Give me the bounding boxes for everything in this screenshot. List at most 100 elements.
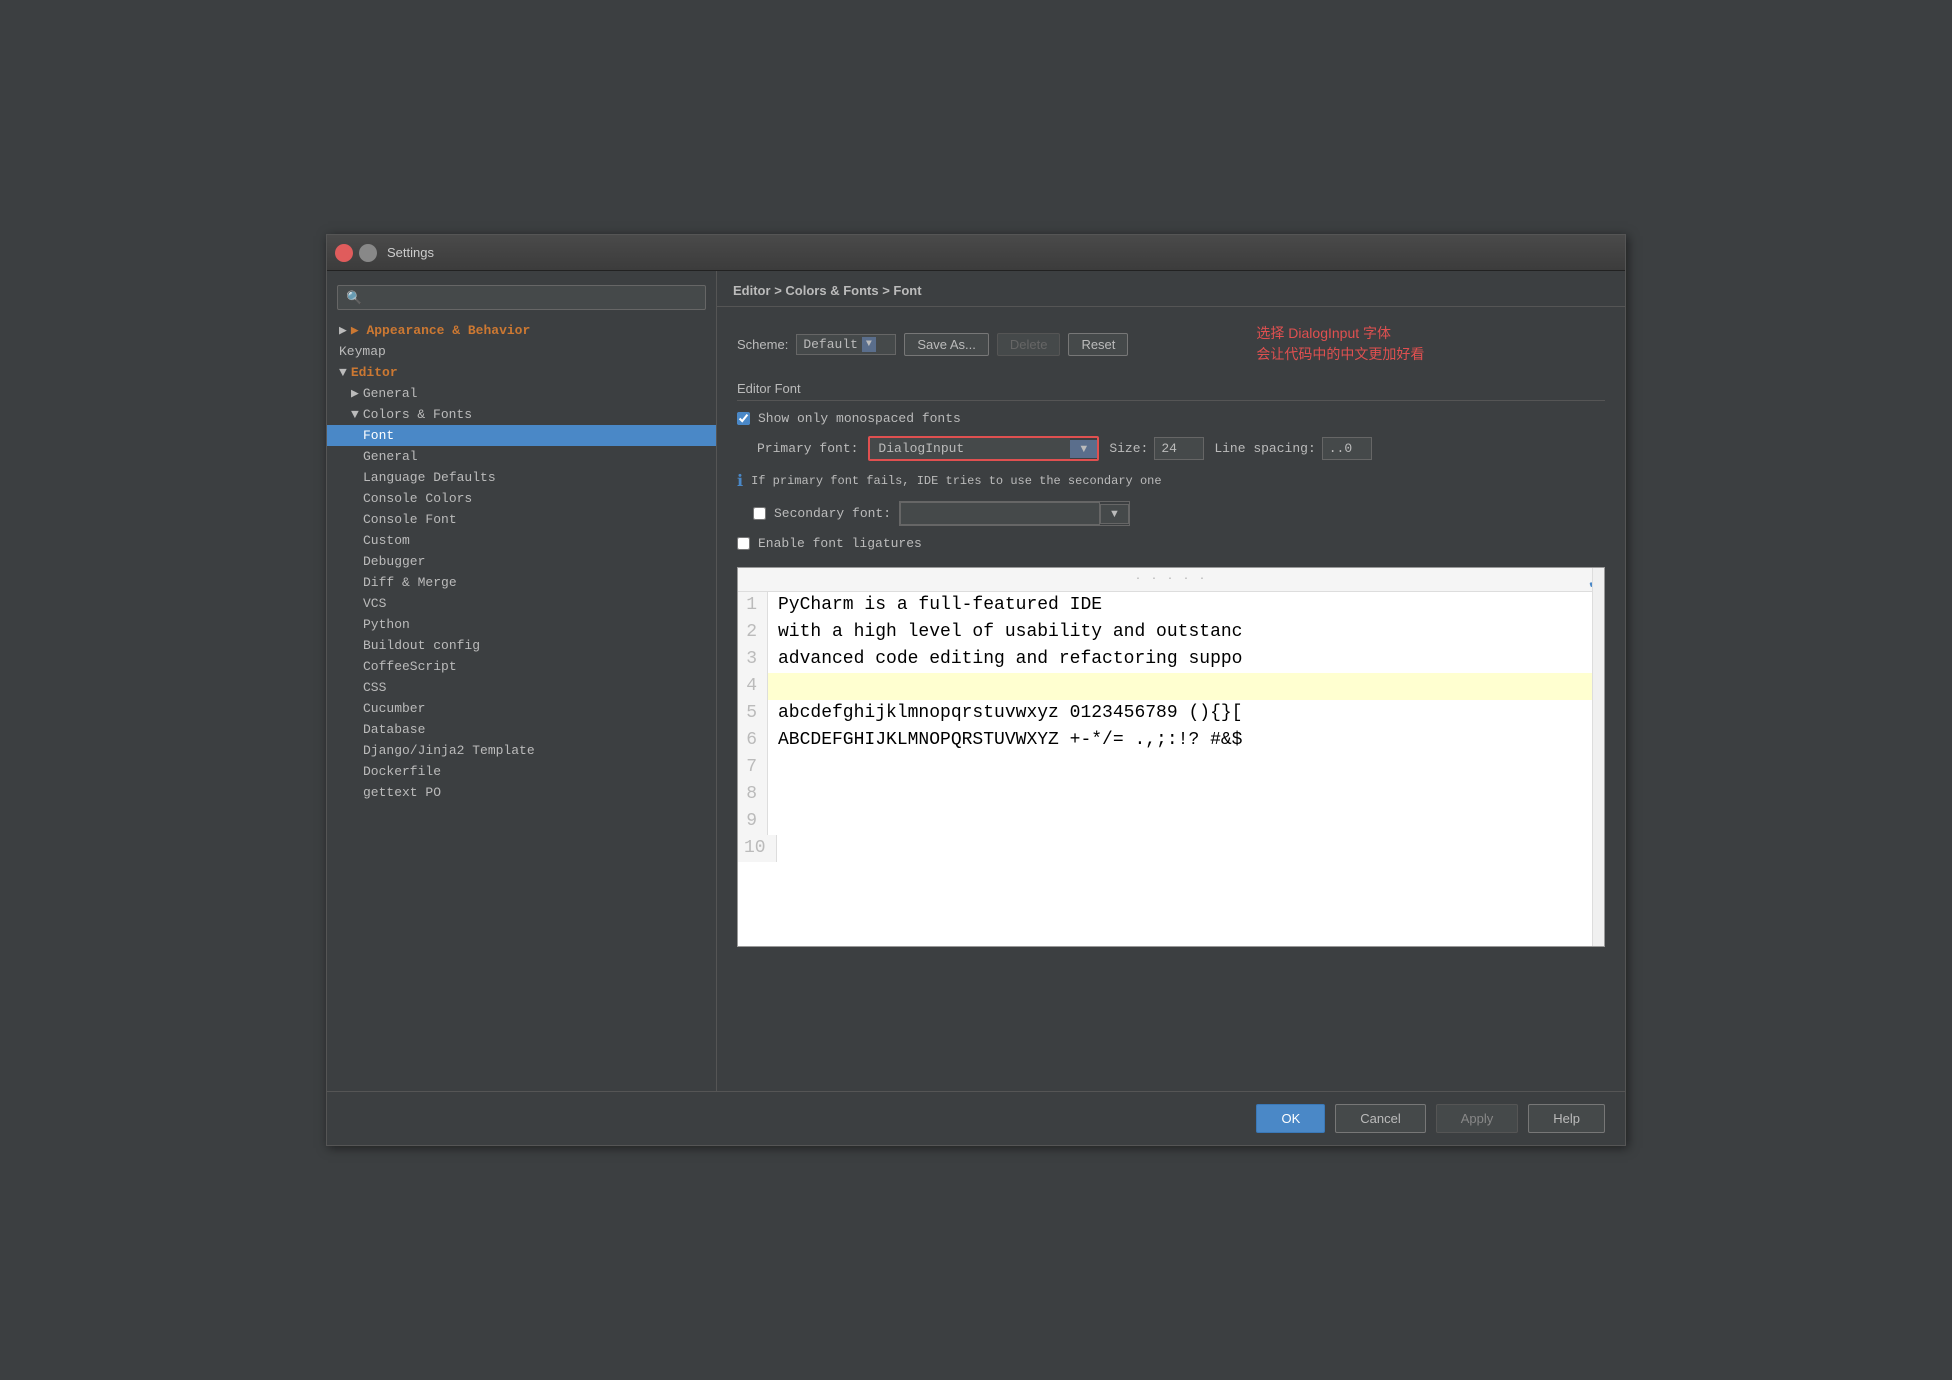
breadcrumb-sep2: > <box>882 283 893 298</box>
sidebar-item-cucumber[interactable]: Cucumber <box>327 698 716 719</box>
search-input[interactable] <box>337 285 706 310</box>
scheme-label: Scheme: <box>737 337 788 352</box>
breadcrumb-part3: Font <box>893 283 921 298</box>
sidebar-item-label: Console Font <box>363 512 457 527</box>
line-spacing-input[interactable] <box>1322 437 1372 460</box>
secondary-font-row: Secondary font: ▼ <box>753 501 1605 526</box>
preview-header: · · · · · <box>738 568 1604 592</box>
sidebar-item-editor[interactable]: ▼ Editor <box>327 362 716 383</box>
monospaced-label: Show only monospaced fonts <box>758 411 961 426</box>
line-number-6: 6 <box>738 727 768 754</box>
line-number-10: 10 <box>738 835 777 862</box>
sidebar-item-label: CSS <box>363 680 386 695</box>
info-icon: ℹ <box>737 471 743 491</box>
preview-area: · · · · · 1 PyCharm is a full-featured I… <box>737 567 1605 947</box>
line-content-9 <box>768 808 789 835</box>
scheme-select[interactable]: Default ▼ <box>796 334 896 355</box>
sidebar-item-label: CoffeeScript <box>363 659 457 674</box>
monospaced-row: Show only monospaced fonts <box>737 411 1605 426</box>
sidebar-item-css[interactable]: CSS <box>327 677 716 698</box>
line-content-10 <box>777 835 798 862</box>
minimize-button[interactable] <box>359 244 377 262</box>
title-bar-buttons <box>335 244 377 262</box>
scheme-value: Default <box>803 337 858 352</box>
expand-arrow: ▼ <box>339 365 347 380</box>
sidebar-item-label: Diff & Merge <box>363 575 457 590</box>
primary-font-input-wrapper: ▼ <box>868 436 1099 461</box>
line-content-2: with a high level of usability and outst… <box>768 619 1242 646</box>
delete-button: Delete <box>997 333 1061 356</box>
primary-font-dropdown-btn[interactable]: ▼ <box>1070 440 1097 458</box>
sidebar-item-label: Cucumber <box>363 701 425 716</box>
title-bar: Settings <box>327 235 1625 271</box>
sidebar-item-coffeescript[interactable]: CoffeeScript <box>327 656 716 677</box>
window-title: Settings <box>387 245 434 260</box>
sidebar-item-label: Language Defaults <box>363 470 496 485</box>
content-area: Scheme: Default ▼ Save As... Delete Rese… <box>717 307 1625 1091</box>
line-number-2: 2 <box>738 619 768 646</box>
sidebar-item-label: Keymap <box>339 344 386 359</box>
sidebar-item-database[interactable]: Database <box>327 719 716 740</box>
sidebar-item-keymap[interactable]: Keymap <box>327 341 716 362</box>
sidebar-item-label: Python <box>363 617 410 632</box>
reset-button[interactable]: Reset <box>1068 333 1128 356</box>
secondary-font-checkbox[interactable] <box>753 507 766 520</box>
scheme-dropdown-arrow[interactable]: ▼ <box>862 337 876 352</box>
settings-dialog: Settings ▶ ▶ Appearance & Behavior Keyma… <box>326 234 1626 1146</box>
editor-font-section-title: Editor Font <box>737 381 1605 401</box>
size-wrapper: Size: <box>1109 437 1204 460</box>
sidebar-item-diff-merge[interactable]: Diff & Merge <box>327 572 716 593</box>
sidebar-item-appearance[interactable]: ▶ ▶ Appearance & Behavior <box>327 320 716 341</box>
secondary-font-dropdown-btn[interactable]: ▼ <box>1100 504 1129 524</box>
preview-content: 1 PyCharm is a full-featured IDE 2 with … <box>738 592 1604 862</box>
sidebar-item-dockerfile[interactable]: Dockerfile <box>327 761 716 782</box>
help-button[interactable]: Help <box>1528 1104 1605 1133</box>
ligatures-checkbox[interactable] <box>737 537 750 550</box>
save-as-button[interactable]: Save As... <box>904 333 989 356</box>
primary-font-input[interactable] <box>870 438 1070 459</box>
breadcrumb: Editor > Colors & Fonts > Font <box>717 271 1625 307</box>
line-number-1: 1 <box>738 592 768 619</box>
sidebar-item-python[interactable]: Python <box>327 614 716 635</box>
sidebar-item-gettext[interactable]: gettext PO <box>327 782 716 803</box>
sidebar-item-vcs[interactable]: VCS <box>327 593 716 614</box>
size-input[interactable] <box>1154 437 1204 460</box>
secondary-font-input[interactable] <box>900 502 1100 525</box>
sidebar-item-label: ▶ Appearance & Behavior <box>351 323 530 338</box>
line-content-7 <box>768 754 789 781</box>
sidebar-item-label: Editor <box>351 365 398 380</box>
ok-button[interactable]: OK <box>1256 1104 1325 1133</box>
primary-font-row: Primary font: ▼ Size: Line spacing: <box>737 436 1605 461</box>
scrollbar[interactable] <box>1592 568 1604 946</box>
sidebar-item-label: Font <box>363 428 394 443</box>
annotation-line2: 会让代码中的中文更加好看 <box>1256 344 1424 365</box>
sidebar-item-general[interactable]: ▶ General <box>327 383 716 404</box>
line-number-8: 8 <box>738 781 768 808</box>
line-number-4: 4 <box>738 673 768 700</box>
preview-line-7: 7 <box>738 754 1604 781</box>
preview-line-5: 5 abcdefghijklmnopqrstuvwxyz 0123456789 … <box>738 700 1604 727</box>
apply-button[interactable]: Apply <box>1436 1104 1519 1133</box>
sidebar-item-custom[interactable]: Custom <box>327 530 716 551</box>
preview-line-9: 9 <box>738 808 1604 835</box>
sidebar: ▶ ▶ Appearance & Behavior Keymap ▼ Edito… <box>327 271 717 1091</box>
sidebar-item-buildout[interactable]: Buildout config <box>327 635 716 656</box>
monospaced-checkbox[interactable] <box>737 412 750 425</box>
sidebar-item-console-colors[interactable]: Console Colors <box>327 488 716 509</box>
font-options: Show only monospaced fonts Primary font:… <box>737 411 1605 551</box>
sidebar-item-debugger[interactable]: Debugger <box>327 551 716 572</box>
sidebar-item-label: gettext PO <box>363 785 441 800</box>
sidebar-item-django[interactable]: Django/Jinja2 Template <box>327 740 716 761</box>
close-button[interactable] <box>335 244 353 262</box>
sidebar-item-font[interactable]: Font <box>327 425 716 446</box>
line-spacing-label: Line spacing: <box>1214 441 1315 456</box>
annotation: 选择 DialogInput 字体 会让代码中的中文更加好看 <box>1256 323 1424 365</box>
sidebar-item-label: Dockerfile <box>363 764 441 779</box>
expand-arrow: ▶ <box>339 323 347 338</box>
sidebar-item-colors-fonts[interactable]: ▼ Colors & Fonts <box>327 404 716 425</box>
sidebar-item-console-font[interactable]: Console Font <box>327 509 716 530</box>
preview-line-2: 2 with a high level of usability and out… <box>738 619 1604 646</box>
cancel-button[interactable]: Cancel <box>1335 1104 1425 1133</box>
sidebar-item-general-colors[interactable]: General <box>327 446 716 467</box>
sidebar-item-language-defaults[interactable]: Language Defaults <box>327 467 716 488</box>
